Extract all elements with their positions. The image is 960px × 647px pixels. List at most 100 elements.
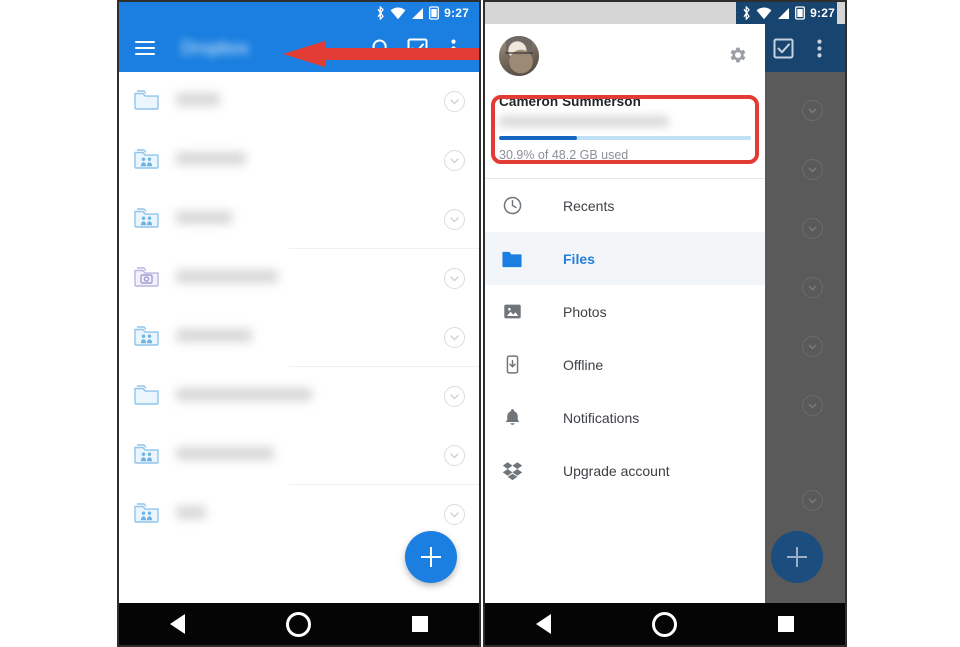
- file-row-icon: [133, 146, 160, 175]
- file-row-name: [176, 269, 444, 288]
- select-checkbox-icon: [773, 38, 793, 58]
- android-home-button[interactable]: [285, 611, 311, 637]
- file-row[interactable]: [119, 190, 479, 249]
- account-name: Cameron Summerson: [499, 94, 641, 109]
- shared-folder-icon: [134, 326, 159, 346]
- file-row[interactable]: [119, 72, 479, 131]
- drawer-item-files[interactable]: Files: [485, 232, 765, 285]
- create-new-fab[interactable]: [771, 531, 823, 583]
- row-chevron-down-icon[interactable]: [444, 327, 465, 348]
- drawer-item-label: Photos: [563, 303, 607, 320]
- chevron-down-icon: [802, 336, 823, 357]
- row-chevron-down-icon[interactable]: [444, 386, 465, 407]
- hamburger-icon: [135, 40, 155, 56]
- drawer-item-upgrade-account[interactable]: Upgrade account: [485, 444, 765, 497]
- shared-folder-icon: [134, 444, 159, 464]
- shared-folder-icon: [134, 503, 159, 523]
- row-chevron-down-icon[interactable]: [444, 150, 465, 171]
- drawer-item-label: Notifications: [563, 409, 640, 426]
- shared-folder-icon: [134, 149, 159, 169]
- shared-folder-icon: [134, 208, 159, 228]
- overflow-menu-button[interactable]: [803, 32, 835, 64]
- drawer-item-notifications[interactable]: Notifications: [485, 391, 765, 444]
- chevron-down-icon: [802, 100, 823, 121]
- overflow-menu-icon: [816, 39, 822, 57]
- account-email-blurred: [499, 116, 669, 127]
- row-chevron-down-icon[interactable]: [444, 91, 465, 112]
- file-row[interactable]: [119, 308, 479, 367]
- file-row-name: [176, 151, 444, 170]
- android-recents-button[interactable]: [412, 616, 429, 632]
- file-row-name: [176, 387, 444, 406]
- drawer-item-offline[interactable]: Offline: [485, 338, 765, 391]
- create-new-fab[interactable]: [405, 531, 457, 583]
- folder-icon: [499, 249, 525, 269]
- drawer-item-label: Offline: [563, 356, 604, 373]
- row-chevron-down-icon[interactable]: [444, 504, 465, 525]
- android-nav-bar: [119, 603, 479, 645]
- avatar-glasses: [505, 52, 533, 61]
- file-row[interactable]: [119, 249, 479, 308]
- navigation-drawer[interactable]: Cameron Summerson 30.9% of 48.2 GB used …: [485, 24, 765, 603]
- annotation-arrow: [283, 41, 479, 67]
- android-recents-button[interactable]: [778, 616, 795, 632]
- drawer-item-label: Files: [563, 250, 595, 267]
- drawer-item-label: Recents: [563, 197, 615, 214]
- select-checkbox-button[interactable]: [767, 32, 799, 64]
- screenshot-canvas: 9:27 Dropbox 9:27 Cameron Summerson 30.9…: [0, 0, 960, 647]
- file-row-icon: [133, 205, 160, 234]
- chevron-down-icon: [802, 218, 823, 239]
- chevron-down-icon: [802, 159, 823, 180]
- dropbox-icon: [499, 461, 525, 480]
- android-nav-bar: [485, 603, 845, 645]
- file-row-icon: [133, 264, 160, 293]
- row-chevron-down-icon[interactable]: [444, 209, 465, 230]
- android-home-button[interactable]: [651, 611, 677, 637]
- account-info[interactable]: Cameron Summerson 30.9% of 48.2 GB used: [485, 88, 765, 172]
- offline-download-icon: [499, 354, 525, 375]
- battery-icon: [795, 6, 806, 20]
- right-phone-screenshot: 9:27 Cameron Summerson 30.9% of 48.2 GB …: [483, 0, 847, 647]
- status-bar-icons: 9:27: [736, 2, 837, 24]
- file-row-name: [176, 210, 444, 229]
- drawer-nav-list[interactable]: Recents Files Photos Offline Notifications Up…: [485, 179, 765, 497]
- left-phone-screenshot: 9:27 Dropbox: [117, 0, 481, 647]
- file-row-icon: [133, 441, 160, 470]
- drawer-item-recents[interactable]: Recents: [485, 179, 765, 232]
- file-list[interactable]: [119, 72, 479, 603]
- file-row-icon: [133, 382, 160, 411]
- signal-icon: [412, 7, 424, 19]
- file-row[interactable]: [119, 426, 479, 485]
- chevron-down-icon: [802, 277, 823, 298]
- folder-icon: [134, 90, 159, 110]
- file-row[interactable]: [119, 367, 479, 426]
- bluetooth-icon: [377, 6, 385, 20]
- drawer-item-label: Upgrade account: [563, 462, 670, 479]
- chevron-down-icon: [802, 395, 823, 416]
- storage-usage-label: 30.9% of 48.2 GB used: [499, 148, 629, 162]
- avatar[interactable]: [499, 36, 539, 76]
- hamburger-menu-button[interactable]: [129, 32, 161, 64]
- drawer-header: [485, 24, 765, 88]
- battery-icon: [429, 6, 440, 20]
- wifi-icon: [756, 7, 772, 19]
- row-chevron-down-icon[interactable]: [444, 268, 465, 289]
- file-row-icon: [133, 323, 160, 352]
- status-bar: 9:27: [485, 2, 845, 24]
- file-row-name: [176, 92, 444, 111]
- folder-icon: [134, 385, 159, 405]
- storage-progress-fill: [499, 136, 577, 140]
- android-back-button[interactable]: [169, 614, 185, 634]
- file-row-name: [176, 446, 444, 465]
- status-bar-time: 9:27: [444, 6, 469, 20]
- gear-icon: [730, 47, 746, 63]
- storage-progress-bar: [499, 136, 751, 140]
- drawer-item-photos[interactable]: Photos: [485, 285, 765, 338]
- signal-icon: [778, 7, 790, 19]
- settings-button[interactable]: [727, 44, 749, 71]
- android-back-button[interactable]: [535, 614, 551, 634]
- bell-icon: [499, 407, 525, 428]
- row-chevron-down-icon[interactable]: [444, 445, 465, 466]
- file-row[interactable]: [119, 131, 479, 190]
- bluetooth-icon: [743, 6, 751, 20]
